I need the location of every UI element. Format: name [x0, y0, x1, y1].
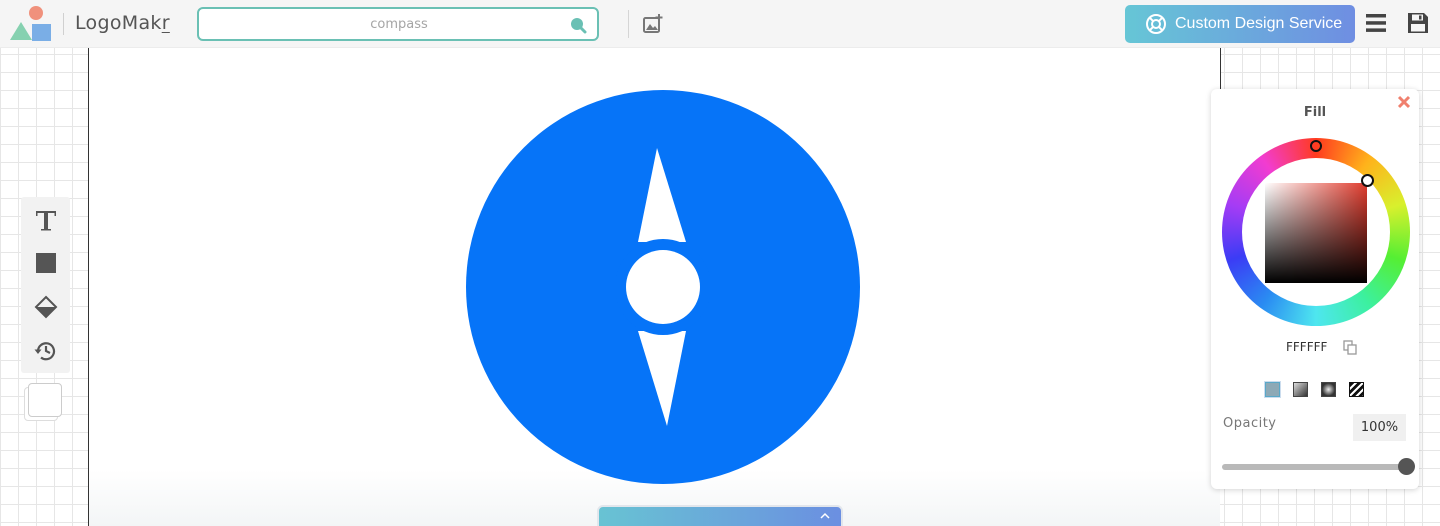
copy-icon[interactable] — [1342, 339, 1358, 355]
hex-value[interactable]: FFFFFF — [1286, 340, 1327, 354]
opacity-slider-thumb[interactable] — [1398, 458, 1415, 475]
close-icon[interactable] — [1396, 94, 1412, 110]
fill-type-radial-gradient[interactable] — [1321, 382, 1336, 397]
opacity-label: Opacity — [1223, 416, 1277, 431]
fill-type-linear-gradient[interactable] — [1293, 382, 1308, 397]
top-bar: LogoMakr Custom Design Service — [0, 0, 1440, 48]
color-picker-handle[interactable] — [1361, 174, 1374, 187]
opacity-slider-track[interactable] — [1222, 464, 1408, 470]
image-upload-icon[interactable] — [642, 13, 664, 35]
hamburger-menu-icon[interactable] — [1365, 12, 1387, 34]
lifebuoy-icon — [1146, 14, 1166, 34]
fill-type-pattern[interactable] — [1349, 382, 1364, 397]
search-icon[interactable] — [569, 16, 587, 34]
text-tool-icon[interactable] — [33, 207, 59, 233]
paint-bucket-icon[interactable] — [33, 294, 59, 320]
logo-divider — [63, 13, 64, 35]
square-shape-icon[interactable] — [33, 250, 59, 276]
custom-design-label: Custom Design Service — [1175, 15, 1343, 32]
fill-type-solid[interactable] — [1264, 381, 1281, 398]
search-input[interactable] — [199, 9, 559, 39]
left-toolbox — [21, 197, 70, 373]
logo-icon[interactable] — [10, 6, 54, 42]
fill-panel: Fill FFFFFF Opacity 100% — [1211, 89, 1419, 489]
saturation-value-picker[interactable] — [1265, 183, 1367, 283]
search-bar — [197, 7, 599, 41]
hue-handle[interactable] — [1310, 140, 1322, 152]
history-icon[interactable] — [33, 338, 59, 364]
toolbar-divider — [628, 10, 629, 38]
app-name[interactable]: LogoMakr — [75, 12, 170, 34]
custom-design-service-button[interactable]: Custom Design Service — [1125, 5, 1355, 43]
fill-panel-title: Fill — [1303, 105, 1327, 120]
floppy-disk-icon[interactable] — [1406, 11, 1430, 35]
color-swatch[interactable] — [24, 383, 62, 421]
bottom-drawer-tab[interactable] — [597, 505, 843, 526]
swatch-front — [28, 383, 62, 417]
opacity-value-input[interactable]: 100% — [1353, 414, 1406, 441]
compass-graphic[interactable] — [465, 89, 861, 485]
canvas-guide-left — [88, 48, 89, 526]
canvas-guide-right — [1220, 48, 1221, 93]
compass-hub — [626, 250, 700, 324]
chevron-up-icon — [820, 512, 830, 519]
